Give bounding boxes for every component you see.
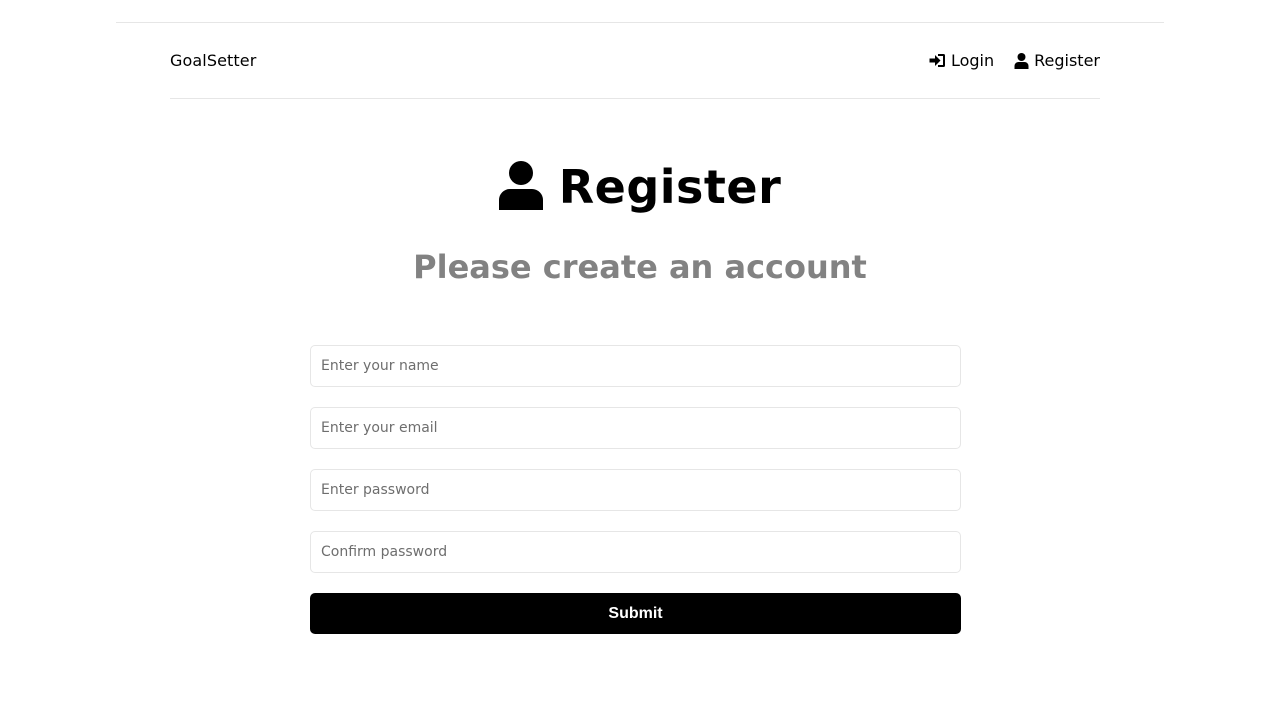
confirm-password-input[interactable] [310,531,961,573]
page-title: Register [558,160,782,214]
page-heading: Register [0,160,1280,214]
user-icon [498,160,543,214]
name-input[interactable] [310,345,961,387]
nav-login-label: Login [950,51,995,70]
nav-register-link[interactable]: Register [1014,51,1100,70]
page-subtitle: Please create an account [413,248,867,286]
site-header: GoalSetter Login Register [170,23,1100,99]
password-input[interactable] [310,469,961,511]
logo-link[interactable]: GoalSetter [170,51,256,70]
register-form: Submit [310,345,961,634]
nav-register-label: Register [1034,51,1100,70]
email-input[interactable] [310,407,961,449]
main-nav: Login Register [929,51,1100,70]
nav-login-link[interactable]: Login [929,51,994,70]
user-icon [1014,52,1029,69]
sign-in-icon [929,53,946,68]
submit-button[interactable]: Submit [310,593,961,634]
